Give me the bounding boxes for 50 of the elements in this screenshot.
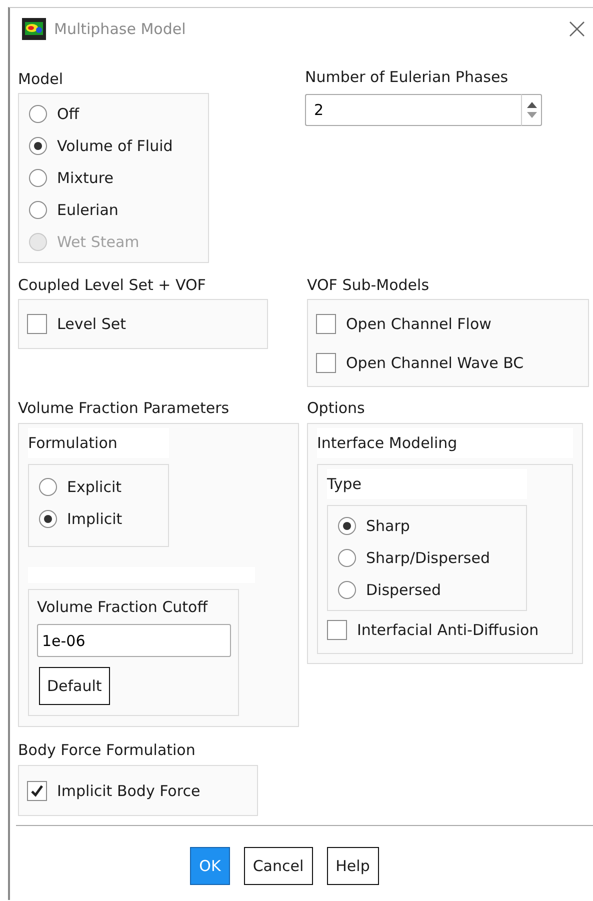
checkbox[interactable] xyxy=(27,780,47,800)
radio-button[interactable] xyxy=(29,169,47,187)
up-arrow-icon[interactable] xyxy=(526,102,536,108)
option-label: Off xyxy=(57,105,80,123)
radio-button[interactable] xyxy=(338,549,356,567)
group-label: Formulation xyxy=(28,428,169,458)
group-label: Volume Fraction Parameters xyxy=(18,398,230,417)
radio-button[interactable] xyxy=(29,137,47,155)
default-button[interactable]: Default xyxy=(39,667,110,705)
phases-field[interactable]: 2 xyxy=(305,94,521,126)
group-label: Body Force Formulation xyxy=(18,740,196,759)
option-label: Eulerian xyxy=(57,201,118,219)
checkbox[interactable] xyxy=(316,314,336,334)
group-label: Options xyxy=(306,398,366,417)
option-label: Sharp xyxy=(366,517,410,535)
radio-button[interactable] xyxy=(29,105,47,123)
checkbox[interactable] xyxy=(27,314,47,334)
checkbox[interactable] xyxy=(316,352,336,372)
radio-button[interactable] xyxy=(39,478,57,496)
option-label: Volume of Fluid xyxy=(57,137,173,155)
close-button[interactable] xyxy=(567,19,587,39)
cutoff-field[interactable]: 1e-06 xyxy=(37,624,231,657)
group-label: Coupled Level Set + VOF xyxy=(18,275,207,294)
app-icon xyxy=(22,18,46,40)
group-label: VOF Sub-Models xyxy=(306,275,430,294)
option-label: Implicit xyxy=(67,510,122,528)
field-label: Number of Eulerian Phases xyxy=(305,67,510,86)
option-label: Sharp/Dispersed xyxy=(366,549,490,567)
radio-button[interactable] xyxy=(338,581,356,599)
option-label: Explicit xyxy=(67,478,122,496)
radio-button[interactable] xyxy=(39,510,57,528)
radio-button[interactable] xyxy=(29,201,47,219)
group-label: Interface Modeling xyxy=(317,428,573,458)
dialog-button[interactable]: Help xyxy=(326,847,379,885)
group-label: Type xyxy=(327,469,527,499)
option-label: Interfacial Anti-Diffusion xyxy=(357,621,539,639)
option-label: Open Channel Wave BC xyxy=(346,354,524,372)
group-label: Model xyxy=(18,69,64,88)
window-title: Multiphase Model xyxy=(54,20,187,38)
option-label: Open Channel Flow xyxy=(346,314,492,332)
radio-button[interactable] xyxy=(338,517,356,535)
spin-buttons[interactable] xyxy=(521,94,542,126)
option-label: Implicit Body Force xyxy=(57,782,200,800)
field-label: Volume Fraction Cutoff xyxy=(37,598,209,616)
dialog-button[interactable]: Cancel xyxy=(244,847,313,885)
checkbox[interactable] xyxy=(327,620,347,640)
option-label: Wet Steam xyxy=(57,233,140,251)
option-label: Mixture xyxy=(57,169,114,187)
option-label: Level Set xyxy=(57,315,126,333)
option-label: Dispersed xyxy=(366,581,442,599)
